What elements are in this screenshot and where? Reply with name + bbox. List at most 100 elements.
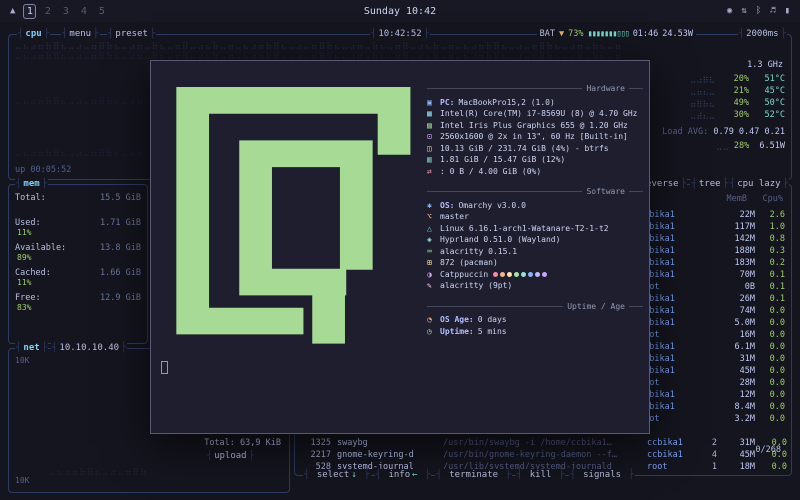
process-user: ccbika1 <box>639 389 717 401</box>
cpu-core-row: ⣀⣴⣄⣀ 30% 52°C <box>635 109 785 121</box>
hardware-item-icon: ⊡ <box>427 131 440 143</box>
process-cpu: 0.0 <box>755 365 785 377</box>
load-average-label: Load AVG: <box>662 127 708 137</box>
theme-name: Catppuccin <box>440 269 488 281</box>
process-cpu: 1.0 <box>755 221 785 233</box>
net-address-chip[interactable]: 10.10.10.40 <box>51 342 127 355</box>
load-average: Load AVG: 0.79 0.47 0.21 <box>662 127 785 137</box>
process-row[interactable]: root 28M 0.0 <box>639 377 785 389</box>
mem-stat-label: Cached: <box>15 268 51 278</box>
mem-stat-row: Cached: 1.66 GiB 11% <box>15 268 141 288</box>
screencast-icon[interactable]: ◉ <box>727 6 732 16</box>
info-value: Omarchy v3.0.0 <box>458 200 525 212</box>
process-user: ccbika1 <box>639 269 717 281</box>
process-mem: 3.2M <box>717 413 755 425</box>
sort-selector[interactable]: cpu lazy <box>729 178 789 191</box>
battery-icon[interactable]: ▮ <box>785 6 790 16</box>
workspace-item[interactable]: 2 <box>41 4 54 19</box>
uptime-item-icon: ◔ <box>427 314 440 326</box>
process-user: ccbika1 <box>647 449 699 461</box>
process-row[interactable]: ccbika1 8.4M 0.0 <box>639 401 785 413</box>
mem-box: mem Total: 15.5 GiB Used: 1.71 GiB 11% A… <box>8 184 148 344</box>
process-footer-button[interactable]: info← <box>375 469 432 482</box>
workspace-item[interactable]: 5 <box>95 4 108 19</box>
desktop: ▲ 12345 Sunday 10:42 ◉ ⇅ ᛒ ♬ ▮ cpu menu … <box>0 0 800 500</box>
cpu-box-title[interactable]: cpu <box>17 28 50 41</box>
process-cpu: 0.3 <box>755 245 785 257</box>
info-value: 0 days <box>478 314 507 326</box>
process-row[interactable]: ccbika1 188M 0.3 <box>639 245 785 257</box>
info-row: △ Linux 6.16.1-arch1-Watanare-T2-1-t2 <box>427 223 643 235</box>
process-footer-button[interactable]: signals <box>569 469 635 482</box>
process-row[interactable]: ccbika1 26M 0.1 <box>639 293 785 305</box>
net-box-title[interactable]: net <box>15 342 48 355</box>
process-mem: 28M <box>717 377 755 389</box>
column-header-mem[interactable]: MemB <box>727 194 747 204</box>
network-icon[interactable]: ⇅ <box>741 6 746 16</box>
info-value: : 0 B / 4.00 GiB (0%) <box>440 166 541 178</box>
mem-stat-label: Available: <box>15 243 66 253</box>
process-cpu: 0.0 <box>755 389 785 401</box>
process-row[interactable]: root 16M 0.0 <box>639 329 785 341</box>
process-row[interactable]: ccbika1 117M 1.0 <box>639 221 785 233</box>
process-row[interactable]: ccbika1 31M 0.0 <box>639 353 785 365</box>
process-mem: 31M <box>723 437 755 449</box>
info-value: 2560x1600 @ 2x in 13", 60 Hz [Built-in] <box>440 131 628 143</box>
process-user: ccbika1 <box>639 317 717 329</box>
battery-percent: 73% <box>568 28 583 41</box>
cpu-core-row: ⣤⣶⣦⣄ 49% 50°C <box>635 97 785 109</box>
info-row: ▨ Intel Iris Plus Graphics 655 @ 1.20 GH… <box>427 120 643 132</box>
process-footer-button[interactable]: kill <box>516 469 565 482</box>
process-footer-button[interactable]: select↓ <box>303 469 371 482</box>
workspace-item[interactable]: 3 <box>59 4 72 19</box>
workspace-item[interactable]: 1 <box>23 4 36 19</box>
tree-button[interactable]: tree <box>690 178 729 191</box>
clock[interactable]: Sunday 10:42 <box>364 6 436 17</box>
battery-time: 01:46 <box>633 28 659 41</box>
process-row[interactable]: ccbika1 12M 0.0 <box>639 389 785 401</box>
process-mem: 45M <box>717 365 755 377</box>
volume-icon[interactable]: ♬ <box>770 6 775 16</box>
process-program: swaybg <box>337 437 437 449</box>
column-header-cpu[interactable]: Cpu% <box>763 194 783 204</box>
uptime-item-icon: ◷ <box>427 326 440 338</box>
battery-power: 24.53W <box>662 28 693 41</box>
process-row[interactable]: ccbika1 22M 2.6 <box>639 209 785 221</box>
process-footer-button[interactable]: terminate <box>435 469 511 482</box>
process-row[interactable]: ccbika1 74M 0.0 <box>639 305 785 317</box>
info-row: ✱ OS: Omarchy v3.0.0 <box>427 200 643 212</box>
process-pid: 1325 <box>299 437 331 449</box>
process-row[interactable]: ccbika1 45M 0.0 <box>639 365 785 377</box>
process-pid: 2217 <box>299 449 331 461</box>
menu-button[interactable]: menu <box>61 28 100 41</box>
process-list: ccbika1 22M 2.6 ccbika1 117M 1.0 ccbika1… <box>639 209 785 425</box>
process-row[interactable]: 2217 gnome-keyring-d /usr/bin/gnome-keyr… <box>299 449 787 461</box>
info-row: ⊞ 872 (pacman) <box>427 257 643 269</box>
mem-box-title[interactable]: mem <box>15 178 48 191</box>
process-cpu: 0.0 <box>755 305 785 317</box>
info-value: 872 (pacman) <box>440 257 498 269</box>
workspace-item[interactable]: 4 <box>77 4 90 19</box>
process-mem: 45M <box>723 449 755 461</box>
process-row[interactable]: root 0B 0.1 <box>639 281 785 293</box>
battery-meter: ▮▮▮▮▮▮▮▯▯▯ <box>588 28 629 41</box>
process-row[interactable]: 1325 swaybg /usr/bin/swaybg -i /home/ccb… <box>299 437 787 449</box>
hardware-item-icon: ▨ <box>427 120 440 132</box>
process-row[interactable]: ccbika1 142M 0.8 <box>639 233 785 245</box>
process-mem: 18M <box>723 461 755 473</box>
process-row[interactable]: ccbika1 70M 0.1 <box>639 269 785 281</box>
upload-tab[interactable]: upload <box>206 450 255 463</box>
process-mem: 117M <box>717 221 755 233</box>
info-label: PC: <box>440 97 454 109</box>
refresh-rate-chip[interactable]: 2000ms <box>738 28 787 41</box>
process-row[interactable]: ccbika1 6.1M 0.0 <box>639 341 785 353</box>
section-header-hardware: Hardware <box>427 83 643 95</box>
process-row[interactable]: ccbika1 5.0M 0.0 <box>639 317 785 329</box>
preset-button[interactable]: preset <box>107 28 156 41</box>
bluetooth-icon[interactable]: ᛒ <box>756 6 761 16</box>
process-row[interactable]: root 3.2M 0.0 <box>639 413 785 425</box>
cpu-graph: ⣀⣄⣠⣤⣦⣶⣄⣀⣠⣀⣤⣶⣦⣄⣀⣠⣤⣀⣦⣄⣀⣤⣶⣀⣠⣄⣦⣀⣤⣀⣄⣠⣤⣦⣶⣄⣀⣠⣀⣤… <box>15 95 145 105</box>
process-row[interactable]: ccbika1 183M 0.2 <box>639 257 785 269</box>
info-label: OS: <box>440 200 454 212</box>
process-mem: 183M <box>717 257 755 269</box>
